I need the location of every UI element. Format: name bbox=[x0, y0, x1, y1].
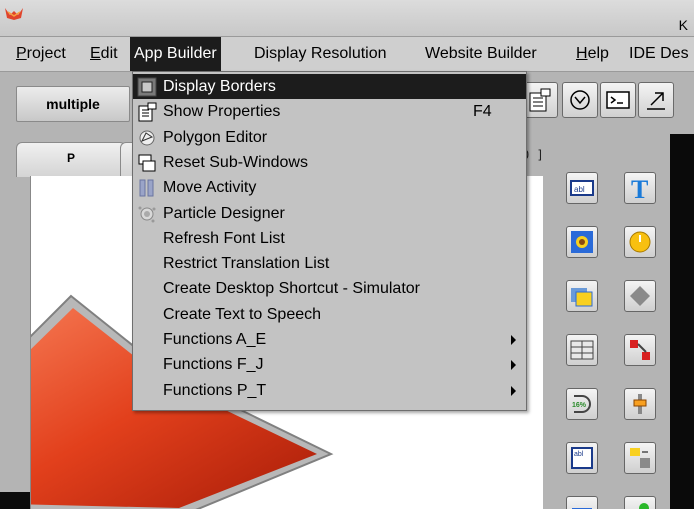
menu-item-shortcut: F4 bbox=[473, 103, 492, 121]
menu-item-label: Reset Sub-Windows bbox=[163, 153, 308, 171]
move-activity-icon bbox=[137, 178, 157, 198]
svg-text:abl: abl bbox=[574, 185, 585, 194]
menu-item-label: Functions A_E bbox=[163, 331, 267, 348]
refresh-icon bbox=[570, 90, 590, 110]
toolbar-refresh-button[interactable] bbox=[562, 82, 598, 118]
menu-item-particle-designer[interactable]: Particle Designer bbox=[133, 201, 526, 226]
menu-display-resolution[interactable]: Display Resolution bbox=[254, 37, 387, 71]
menu-item-functions-f-j[interactable]: Functions F_J bbox=[133, 352, 526, 377]
multiple-selection-button[interactable]: multiple bbox=[16, 86, 130, 122]
menu-item-polygon-editor[interactable]: Polygon Editor bbox=[133, 125, 526, 150]
menu-item-label: Functions P_T bbox=[163, 381, 267, 399]
svg-text:T: T bbox=[631, 176, 648, 200]
palette-image-button[interactable] bbox=[566, 226, 598, 258]
app-logo-icon bbox=[4, 6, 24, 22]
app-window: K Project Edit App Builder Display Resoluti… bbox=[0, 0, 694, 509]
terminal-icon bbox=[606, 91, 630, 109]
svg-text:16%: 16% bbox=[572, 402, 587, 409]
menu-edit[interactable]: Edit bbox=[90, 37, 118, 71]
menu-item-move-activity[interactable]: Move Activity bbox=[133, 175, 526, 200]
menu-website-builder[interactable]: Website Builder bbox=[425, 37, 537, 71]
title-bar: K bbox=[0, 0, 694, 37]
menu-item-label: Create Desktop Shortcut - Simulator bbox=[163, 280, 420, 298]
menu-item-reset-sub-windows[interactable]: Reset Sub-Windows bbox=[133, 150, 526, 175]
submenu-arrow-icon bbox=[511, 335, 516, 345]
widget-palette: abl T 16% abl bbox=[558, 164, 668, 509]
menu-item-display-borders[interactable]: Display Borders bbox=[133, 74, 526, 99]
bottom-panel bbox=[0, 492, 30, 509]
palette-shape-button[interactable] bbox=[624, 280, 656, 312]
toolbar-export-button[interactable] bbox=[638, 82, 674, 118]
right-panel bbox=[670, 134, 694, 509]
menu-ide-des[interactable]: IDE Des bbox=[629, 37, 689, 71]
menu-item-label: Functions F_J bbox=[163, 356, 264, 374]
menu-item-label: Particle Designer bbox=[163, 204, 285, 222]
menu-item-label: Polygon Editor bbox=[163, 128, 268, 146]
properties-icon bbox=[529, 88, 551, 112]
toolbar-properties-button[interactable] bbox=[522, 82, 558, 118]
submenu-arrow-icon bbox=[511, 385, 516, 396]
submenu-arrow-icon bbox=[511, 360, 516, 371]
menu-item-show-properties[interactable]: Show Properties F4 bbox=[133, 99, 526, 124]
palette-text-field-button[interactable]: abl bbox=[566, 172, 598, 204]
palette-power-button-button[interactable] bbox=[624, 226, 656, 258]
menu-item-label: Refresh Font List bbox=[163, 229, 285, 247]
palette-image-gallery-button[interactable] bbox=[566, 280, 598, 312]
palette-progress-button[interactable]: 16% bbox=[566, 388, 598, 420]
window-title: K bbox=[678, 17, 688, 33]
menu-item-label: Create Text to Speech bbox=[163, 305, 322, 323]
palette-chart-button[interactable] bbox=[624, 496, 656, 509]
menu-item-label: Move Activity bbox=[163, 179, 257, 197]
export-icon bbox=[647, 92, 665, 110]
toolbar-terminal-button[interactable] bbox=[600, 82, 636, 118]
palette-connector-button[interactable] bbox=[624, 334, 656, 366]
menu-item-create-text-to-speech[interactable]: Create Text to Speech bbox=[133, 302, 526, 327]
palette-text-button[interactable]: T bbox=[624, 172, 656, 204]
palette-grid-button[interactable] bbox=[566, 334, 598, 366]
menu-item-create-desktop-shortcut-simulator[interactable]: Create Desktop Shortcut - Simulator bbox=[133, 276, 526, 301]
properties-icon bbox=[137, 102, 157, 122]
polygon-editor-icon bbox=[137, 128, 157, 148]
menu-item-restrict-translation-list[interactable]: Restrict Translation List bbox=[133, 251, 526, 276]
display-borders-icon bbox=[137, 77, 157, 97]
menu-project[interactable]: Project bbox=[16, 37, 66, 71]
palette-textbox-button[interactable]: abl bbox=[566, 442, 598, 474]
app-builder-menu: Display Borders Show Properties F4 Polygon … bbox=[132, 71, 527, 411]
menu-item-refresh-font-list[interactable]: Refresh Font List bbox=[133, 226, 526, 251]
menu-item-functions-a-e[interactable]: Functions A_E bbox=[133, 327, 526, 352]
palette-slider-button[interactable] bbox=[624, 388, 656, 420]
menu-item-label: Show Properties bbox=[163, 103, 281, 121]
reset-windows-icon bbox=[137, 153, 157, 173]
particle-designer-icon bbox=[137, 204, 157, 224]
menu-app-builder[interactable]: App Builder bbox=[130, 37, 221, 71]
menu-item-label: Display Borders bbox=[163, 78, 276, 95]
menu-item-label: Restrict Translation List bbox=[163, 255, 330, 273]
menu-help[interactable]: Help bbox=[576, 37, 609, 71]
palette-map-button[interactable] bbox=[566, 496, 598, 509]
menu-item-functions-p-t[interactable]: Functions P_T bbox=[133, 378, 526, 403]
svg-text:abl: abl bbox=[574, 451, 584, 458]
palette-layout-button[interactable] bbox=[624, 442, 656, 474]
tab-p[interactable]: P bbox=[16, 142, 126, 177]
menu-bar: Project Edit App Builder Display Resolution… bbox=[0, 37, 694, 72]
